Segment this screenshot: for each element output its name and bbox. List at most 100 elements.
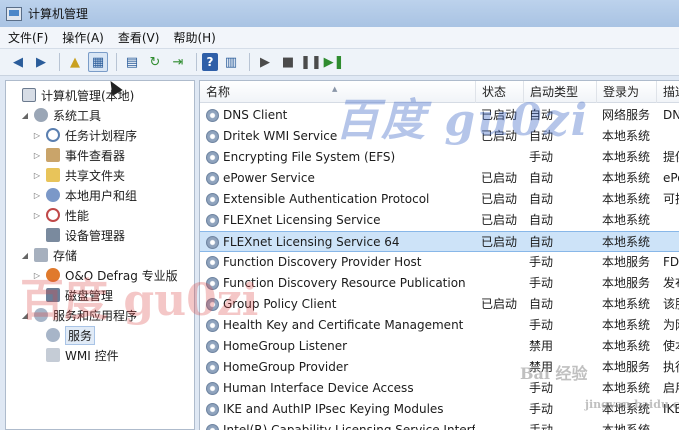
- column-header-name[interactable]: ▲ 名称: [200, 81, 476, 103]
- show-hide-console-tree-icon[interactable]: ▦: [88, 52, 108, 72]
- tree-item-label: 任务计划程序: [65, 128, 138, 143]
- tree-item[interactable]: WMI 控件: [32, 345, 119, 365]
- tree-item[interactable]: ◢ 存储: [20, 245, 77, 265]
- table-row[interactable]: HomeGroup Provider 禁用 本地服务执行: [200, 357, 679, 378]
- table-row[interactable]: Function Discovery Provider Host 手动 本地服务 FD: [200, 252, 679, 273]
- service-gear-icon: [206, 214, 219, 227]
- service-description: [663, 210, 679, 231]
- expand-arrow-icon[interactable]: ▷: [32, 131, 42, 140]
- table-row[interactable]: Group Policy Client 已启动自动 本地系统该服: [200, 294, 679, 315]
- tree-item[interactable]: ▷ 事件查看器: [32, 145, 125, 165]
- export-list-icon[interactable]: ⇥: [168, 52, 188, 72]
- service-gear-icon: [206, 382, 219, 395]
- start-service-icon[interactable]: ▶: [255, 52, 275, 72]
- service-description: FD: [663, 255, 679, 269]
- service-log-on-as: 本地系统: [602, 402, 651, 416]
- tree-item[interactable]: ▷ 本地用户和组: [32, 185, 137, 205]
- expand-arrow-icon[interactable]: ▷: [32, 151, 42, 160]
- expand-arrow-icon[interactable]: ▷: [32, 171, 42, 180]
- tree-item[interactable]: ◢ 系统工具: [20, 105, 101, 125]
- services-list[interactable]: ▲ 名称 状态 启动类型 登录为 描述 DNS Client已启动自动网络服务D…: [199, 80, 679, 430]
- menu-action[interactable]: 操作(A): [62, 29, 104, 46]
- service-name: Function Discovery Provider Host: [223, 255, 422, 269]
- expand-arrow-icon[interactable]: ▷: [32, 271, 42, 280]
- service-name: Function Discovery Resource Publication: [223, 276, 466, 290]
- service-name: FLEXnet Licensing Service: [223, 213, 381, 227]
- expand-arrow-icon[interactable]: ◢: [20, 311, 30, 320]
- back-arrow-icon[interactable]: ◀: [8, 52, 28, 72]
- table-row[interactable]: Dritek WMI Service 已启动 自动 本地系统: [200, 126, 679, 147]
- service-status: [481, 252, 527, 273]
- table-row[interactable]: ePower Service 已启动自动 本地系统 ePo: [200, 168, 679, 189]
- column-header-log-on-as[interactable]: 登录为: [597, 81, 657, 103]
- tree-item[interactable]: ▷ 任务计划程序: [32, 125, 137, 145]
- tree-item[interactable]: ▷ O&O Defrag 专业版: [32, 265, 178, 285]
- tree-item[interactable]: ◢ 服务和应用程序: [20, 305, 137, 325]
- service-gear-icon: [206, 298, 219, 311]
- service-description: ePo: [663, 171, 679, 185]
- table-row[interactable]: Health Key and Certificate Management 手动 本…: [200, 315, 679, 336]
- tree-item-label: 事件查看器: [65, 148, 126, 163]
- service-log-on-as: 本地系统: [602, 235, 651, 249]
- menu-view[interactable]: 查看(V): [118, 29, 160, 46]
- console-tree[interactable]: 计算机管理(本地) ◢ 系统工具 ▷ 任务计划程序 ▷ 事件查看器 ▷ 共享文件夹 ▷ 本地用户和组…: [5, 80, 195, 430]
- table-row[interactable]: Encrypting File System (EFS) 手动 本地系统提供: [200, 147, 679, 168]
- service-status: [481, 147, 527, 168]
- menu-bar: 文件(F) 操作(A) 查看(V) 帮助(H): [0, 27, 679, 49]
- show-action-pane-icon[interactable]: ▥: [221, 52, 241, 72]
- service-name: HomeGroup Listener: [223, 339, 348, 353]
- service-gear-icon: [206, 109, 219, 122]
- up-folder-icon[interactable]: ▲: [65, 52, 85, 72]
- pause-service-icon[interactable]: ❚❚: [300, 52, 322, 72]
- column-header-startup-type[interactable]: 启动类型: [524, 81, 597, 103]
- column-header-status[interactable]: 状态: [476, 81, 524, 103]
- expand-arrow-icon[interactable]: ◢: [20, 251, 30, 260]
- tree-item-label: 磁盘管理: [65, 288, 114, 303]
- expand-arrow-icon[interactable]: ▷: [32, 191, 42, 200]
- tree-item[interactable]: 服务: [32, 325, 96, 345]
- tree-item[interactable]: 设备管理器: [32, 225, 125, 245]
- expand-arrow-icon[interactable]: ▷: [32, 211, 42, 220]
- service-status: 已启动: [481, 235, 518, 249]
- service-description: 使本: [663, 339, 679, 353]
- table-row[interactable]: IKE and AuthIP IPsec Keying Modules 手动 本地系…: [200, 399, 679, 420]
- table-row[interactable]: Function Discovery Resource Publication 手…: [200, 273, 679, 294]
- toolbar-separator: [59, 53, 60, 71]
- table-row[interactable]: FLEXnet Licensing Service 已启动 自动 本地系统: [200, 210, 679, 231]
- refresh-icon[interactable]: ↻: [145, 52, 165, 72]
- stop-service-icon[interactable]: ■: [278, 52, 298, 72]
- service-startup-type: 自动: [529, 171, 554, 185]
- service-gear-icon: [206, 193, 219, 206]
- performance-icon: [46, 208, 60, 222]
- service-log-on-as: 本地系统: [602, 297, 651, 311]
- service-gear-icon: [206, 256, 219, 269]
- table-row[interactable]: DNS Client 已启动自动 网络服务 DN: [200, 105, 679, 126]
- tree-item-label: 服务: [65, 325, 96, 345]
- restart-service-icon[interactable]: ▶❚: [324, 52, 345, 72]
- properties-icon[interactable]: ▤: [122, 52, 142, 72]
- table-row[interactable]: HomeGroup Listener 禁用 本地系统使本: [200, 336, 679, 357]
- forward-arrow-icon[interactable]: ▶: [31, 52, 51, 72]
- tree-item[interactable]: 磁盘管理: [32, 285, 113, 305]
- tree-item[interactable]: ▷ 性能: [32, 205, 89, 225]
- expand-arrow-icon[interactable]: ◢: [20, 111, 30, 120]
- service-name: DNS Client: [223, 108, 288, 122]
- service-name: ePower Service: [223, 171, 315, 185]
- table-row[interactable]: Intel(R) Capability Licensing Service In…: [200, 420, 679, 430]
- service-startup-type: 自动: [529, 192, 554, 206]
- help-icon[interactable]: ?: [202, 53, 218, 71]
- service-startup-type: 自动: [529, 108, 554, 122]
- table-row[interactable]: Human Interface Device Access 手动 本地系统启用: [200, 378, 679, 399]
- menu-help[interactable]: 帮助(H): [173, 29, 215, 46]
- service-gear-icon: [206, 361, 219, 374]
- table-row[interactable]: FLEXnet Licensing Service 64 已启动 自动 本地系统: [200, 231, 679, 252]
- service-status: [481, 420, 527, 430]
- service-description: [663, 232, 679, 253]
- service-description: IKE: [663, 402, 679, 416]
- tree-item[interactable]: ▷ 共享文件夹: [32, 165, 125, 185]
- column-header-description[interactable]: 描述: [657, 81, 679, 103]
- service-startup-type: 手动: [529, 423, 554, 430]
- table-row[interactable]: Extensible Authentication Protocol 已启动 自动 本…: [200, 189, 679, 210]
- menu-file[interactable]: 文件(F): [8, 29, 48, 46]
- service-name: FLEXnet Licensing Service 64: [223, 235, 400, 249]
